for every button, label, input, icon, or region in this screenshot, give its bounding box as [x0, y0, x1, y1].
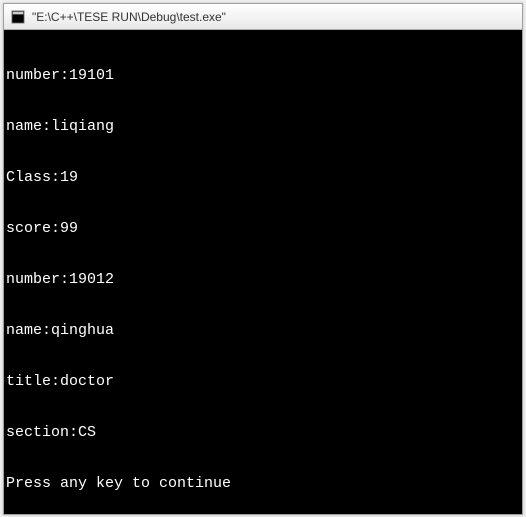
output-line: number:19012 — [6, 271, 520, 288]
output-line: section:CS — [6, 424, 520, 441]
titlebar[interactable]: "E:\C++\TESE RUN\Debug\test.exe" — [4, 4, 522, 30]
output-line: name:qinghua — [6, 322, 520, 339]
output-line: Class:19 — [6, 169, 520, 186]
app-icon — [10, 9, 26, 25]
window-title: "E:\C++\TESE RUN\Debug\test.exe" — [32, 10, 226, 24]
output-line: number:19101 — [6, 67, 520, 84]
console-output[interactable]: number:19101 name:liqiang Class:19 score… — [4, 30, 522, 514]
output-line: name:liqiang — [6, 118, 520, 135]
output-line: score:99 — [6, 220, 520, 237]
console-window: "E:\C++\TESE RUN\Debug\test.exe" number:… — [3, 3, 523, 515]
output-line: title:doctor — [6, 373, 520, 390]
output-line: Press any key to continue — [6, 475, 520, 492]
